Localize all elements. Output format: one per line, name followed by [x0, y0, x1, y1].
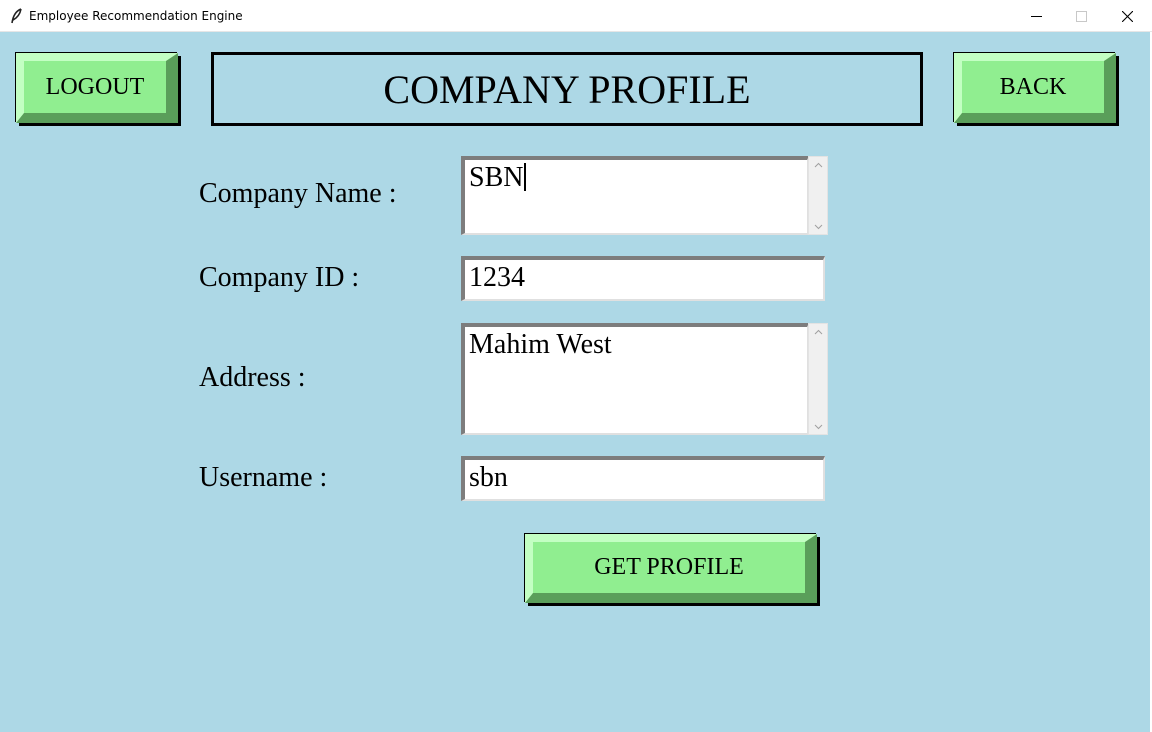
company-name-label: Company Name :: [199, 178, 397, 209]
maximize-icon: [1076, 11, 1087, 22]
address-value: Mahim West: [469, 329, 612, 360]
address-label: Address :: [199, 362, 306, 393]
get-profile-button[interactable]: GET PROFILE: [525, 534, 817, 603]
window-title: Employee Recommendation Engine: [29, 9, 243, 23]
maximize-button[interactable]: [1058, 0, 1104, 32]
text-cursor: [524, 163, 527, 191]
company-id-label: Company ID :: [199, 262, 360, 293]
username-label: Username :: [199, 462, 328, 493]
minimize-icon: [1031, 16, 1042, 17]
company-name-field[interactable]: SBN: [461, 156, 809, 235]
address-field[interactable]: Mahim West: [461, 323, 809, 435]
close-button[interactable]: [1104, 0, 1150, 32]
username-value: sbn: [469, 462, 508, 493]
company-id-field[interactable]: 1234: [461, 256, 825, 301]
username-field[interactable]: sbn: [461, 456, 825, 501]
chevron-down-icon: [814, 224, 823, 230]
feather-icon: [10, 8, 24, 24]
close-icon: [1122, 11, 1133, 22]
chevron-up-icon: [814, 329, 823, 335]
company-id-value: 1234: [469, 262, 525, 293]
company-name-scrollbar[interactable]: [808, 156, 828, 235]
back-button[interactable]: BACK: [954, 53, 1116, 123]
logout-button[interactable]: LOGOUT: [16, 53, 178, 123]
minimize-button[interactable]: [1013, 0, 1059, 32]
company-name-value: SBN: [469, 162, 524, 193]
page-title: COMPANY PROFILE: [211, 52, 923, 126]
title-bar: Employee Recommendation Engine: [0, 0, 1152, 32]
chevron-down-icon: [814, 424, 823, 430]
address-scrollbar[interactable]: [808, 323, 828, 435]
chevron-up-icon: [814, 162, 823, 168]
